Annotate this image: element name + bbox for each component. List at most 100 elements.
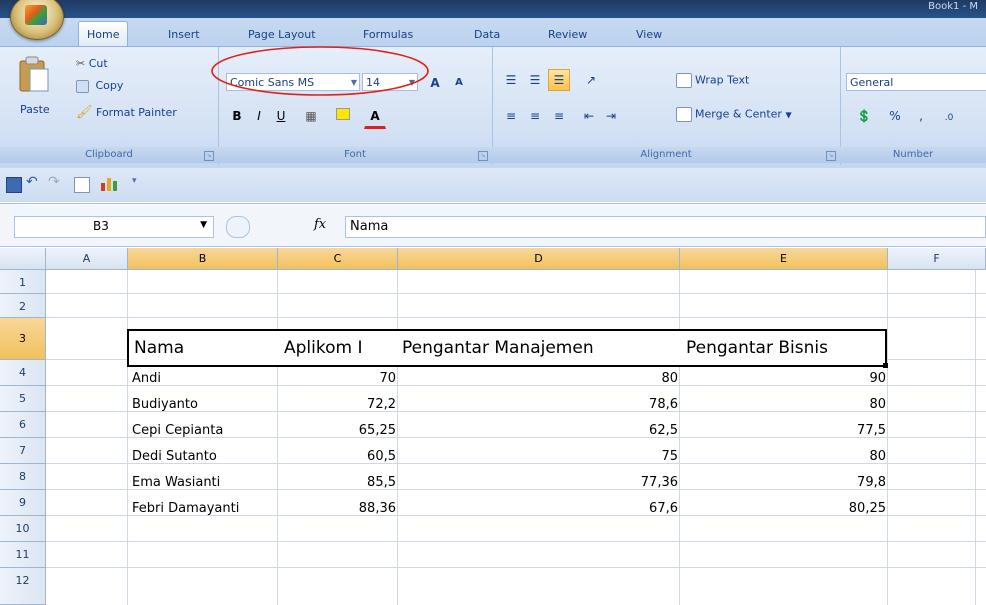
row-header-3[interactable]: 3 xyxy=(0,318,46,360)
row-header-6[interactable]: 6 xyxy=(0,412,46,438)
cell-bisnis[interactable]: 90 xyxy=(680,366,886,391)
wrap-text-label: Wrap Text xyxy=(695,73,750,87)
font-color-icon: A xyxy=(370,109,380,123)
fill-color-button[interactable] xyxy=(332,105,354,127)
undo-icon[interactable]: ↶ xyxy=(26,174,38,190)
header-cell-aplikom[interactable]: Aplikom I xyxy=(284,328,362,368)
cell-manajemen[interactable]: 77,36 xyxy=(398,470,678,495)
row-header-7[interactable]: 7 xyxy=(0,438,46,464)
paste-button[interactable]: Paste xyxy=(16,55,56,117)
copy-button[interactable]: Copy xyxy=(76,79,123,93)
increase-decimal-button[interactable]: .0 xyxy=(938,105,960,127)
select-all-corner[interactable] xyxy=(0,248,46,270)
formula-input[interactable]: Nama xyxy=(345,216,986,238)
align-left-button[interactable]: ≡ xyxy=(500,105,522,127)
cell-bisnis[interactable]: 80 xyxy=(680,444,886,469)
font-launcher-icon[interactable]: ↘ xyxy=(478,151,488,161)
column-header-b[interactable]: B xyxy=(128,248,278,270)
underline-button[interactable]: U xyxy=(270,105,292,127)
column-header-e[interactable]: E xyxy=(680,248,888,270)
increase-indent-button[interactable]: ⇥ xyxy=(600,105,622,127)
cell-aplikom[interactable]: 85,5 xyxy=(278,470,396,495)
accounting-format-button[interactable]: 💲 xyxy=(848,105,880,127)
cell-aplikom[interactable]: 65,25 xyxy=(278,418,396,443)
cell-aplikom[interactable]: 60,5 xyxy=(278,444,396,469)
cell-bisnis[interactable]: 80,25 xyxy=(680,496,886,521)
tab-review[interactable]: Review xyxy=(540,26,595,44)
cut-button[interactable]: ✂ Cut xyxy=(76,57,108,70)
merge-center-button[interactable]: Merge & Center ▼ xyxy=(676,107,792,122)
align-right-button[interactable]: ≡ xyxy=(548,105,570,127)
align-center-button[interactable]: ≡ xyxy=(524,105,546,127)
row-header-4[interactable]: 4 xyxy=(0,360,46,386)
italic-button[interactable]: I xyxy=(248,105,270,127)
row-header-11[interactable]: 11 xyxy=(0,542,46,568)
save-icon[interactable] xyxy=(6,177,22,193)
row-header-10[interactable]: 10 xyxy=(0,516,46,542)
row-header-8[interactable]: 8 xyxy=(0,464,46,490)
column-header-f[interactable]: F xyxy=(888,248,986,270)
tab-insert[interactable]: Insert xyxy=(160,26,208,44)
wrap-text-button[interactable]: Wrap Text xyxy=(676,73,749,88)
paste-icon xyxy=(19,56,49,92)
header-cell-pengantar-manajemen[interactable]: Pengantar Manajemen xyxy=(402,328,594,368)
cell-bisnis[interactable]: 79,8 xyxy=(680,470,886,495)
cell-aplikom[interactable]: 70 xyxy=(278,366,396,391)
header-cell-nama[interactable]: Nama xyxy=(134,328,184,368)
alignment-launcher-icon[interactable]: ↘ xyxy=(826,151,836,161)
cell-name[interactable]: Andi xyxy=(132,366,161,391)
redo-icon[interactable]: ↷ xyxy=(48,174,60,190)
paste-label: Paste xyxy=(20,103,50,116)
tab-home[interactable]: Home xyxy=(78,21,129,47)
orientation-button[interactable]: ↗ xyxy=(580,69,602,91)
cell-bisnis[interactable]: 80 xyxy=(680,392,886,417)
cell-name[interactable]: Febri Damayanti xyxy=(132,496,239,521)
header-cell-pengantar-bisnis[interactable]: Pengantar Bisnis xyxy=(686,328,828,368)
tab-view[interactable]: View xyxy=(628,26,670,44)
format-painter-button[interactable]: 🖌 Format Painter xyxy=(76,105,177,120)
row-header-9[interactable]: 9 xyxy=(0,490,46,516)
font-color-button[interactable]: A xyxy=(364,105,386,129)
align-top-button[interactable]: ☰ xyxy=(500,69,522,91)
chevron-down-icon[interactable]: ▼ xyxy=(785,111,791,120)
cell-name[interactable]: Dedi Sutanto xyxy=(132,444,217,469)
cell-manajemen[interactable]: 80 xyxy=(398,366,678,391)
cell-aplikom[interactable]: 72,2 xyxy=(278,392,396,417)
cell-bisnis[interactable]: 77,5 xyxy=(680,418,886,443)
cell-name[interactable]: Ema Wasianti xyxy=(132,470,220,495)
customize-qat-icon[interactable]: ▾ xyxy=(132,176,137,186)
row-header-12[interactable]: 12 xyxy=(0,568,46,605)
cell-aplikom[interactable]: 88,36 xyxy=(278,496,396,521)
insert-function-icon[interactable]: fx xyxy=(314,217,326,232)
column-header-d[interactable]: D xyxy=(398,248,680,270)
tab-data[interactable]: Data xyxy=(466,26,508,44)
cell-manajemen[interactable]: 67,6 xyxy=(398,496,678,521)
column-header-c[interactable]: C xyxy=(278,248,398,270)
align-bottom-button[interactable]: ☰ xyxy=(548,69,570,91)
cell-name[interactable]: Cepi Cepianta xyxy=(132,418,223,443)
row-header-5[interactable]: 5 xyxy=(0,386,46,412)
alignment-group-label: Alignment xyxy=(492,147,840,163)
row-header-2[interactable]: 2 xyxy=(0,294,46,318)
cell-name[interactable]: Budiyanto xyxy=(132,392,198,417)
chart-icon[interactable] xyxy=(100,175,120,191)
percent-style-button[interactable]: % xyxy=(884,105,906,127)
column-header-a[interactable]: A xyxy=(46,248,128,270)
formula-expand-icon[interactable] xyxy=(226,216,250,238)
cell-manajemen[interactable]: 75 xyxy=(398,444,678,469)
cell-manajemen[interactable]: 62,5 xyxy=(398,418,678,443)
row-header-1[interactable]: 1 xyxy=(0,270,46,294)
new-document-icon[interactable] xyxy=(74,177,90,193)
chevron-down-icon[interactable]: ▼ xyxy=(200,220,207,230)
borders-button[interactable]: ▦ xyxy=(300,105,322,127)
clipboard-launcher-icon[interactable]: ↘ xyxy=(204,151,214,161)
bold-button[interactable]: B xyxy=(226,105,248,127)
number-format-combo[interactable]: General xyxy=(846,73,986,91)
comma-style-button[interactable]: , xyxy=(910,105,932,127)
align-middle-button[interactable]: ☰ xyxy=(524,69,546,91)
cell-manajemen[interactable]: 78,6 xyxy=(398,392,678,417)
percent-icon: % xyxy=(889,109,901,123)
name-box[interactable]: B3 ▼ xyxy=(14,216,214,238)
decrease-indent-button[interactable]: ⇤ xyxy=(578,105,600,127)
shrink-font-button[interactable]: A xyxy=(448,72,470,94)
